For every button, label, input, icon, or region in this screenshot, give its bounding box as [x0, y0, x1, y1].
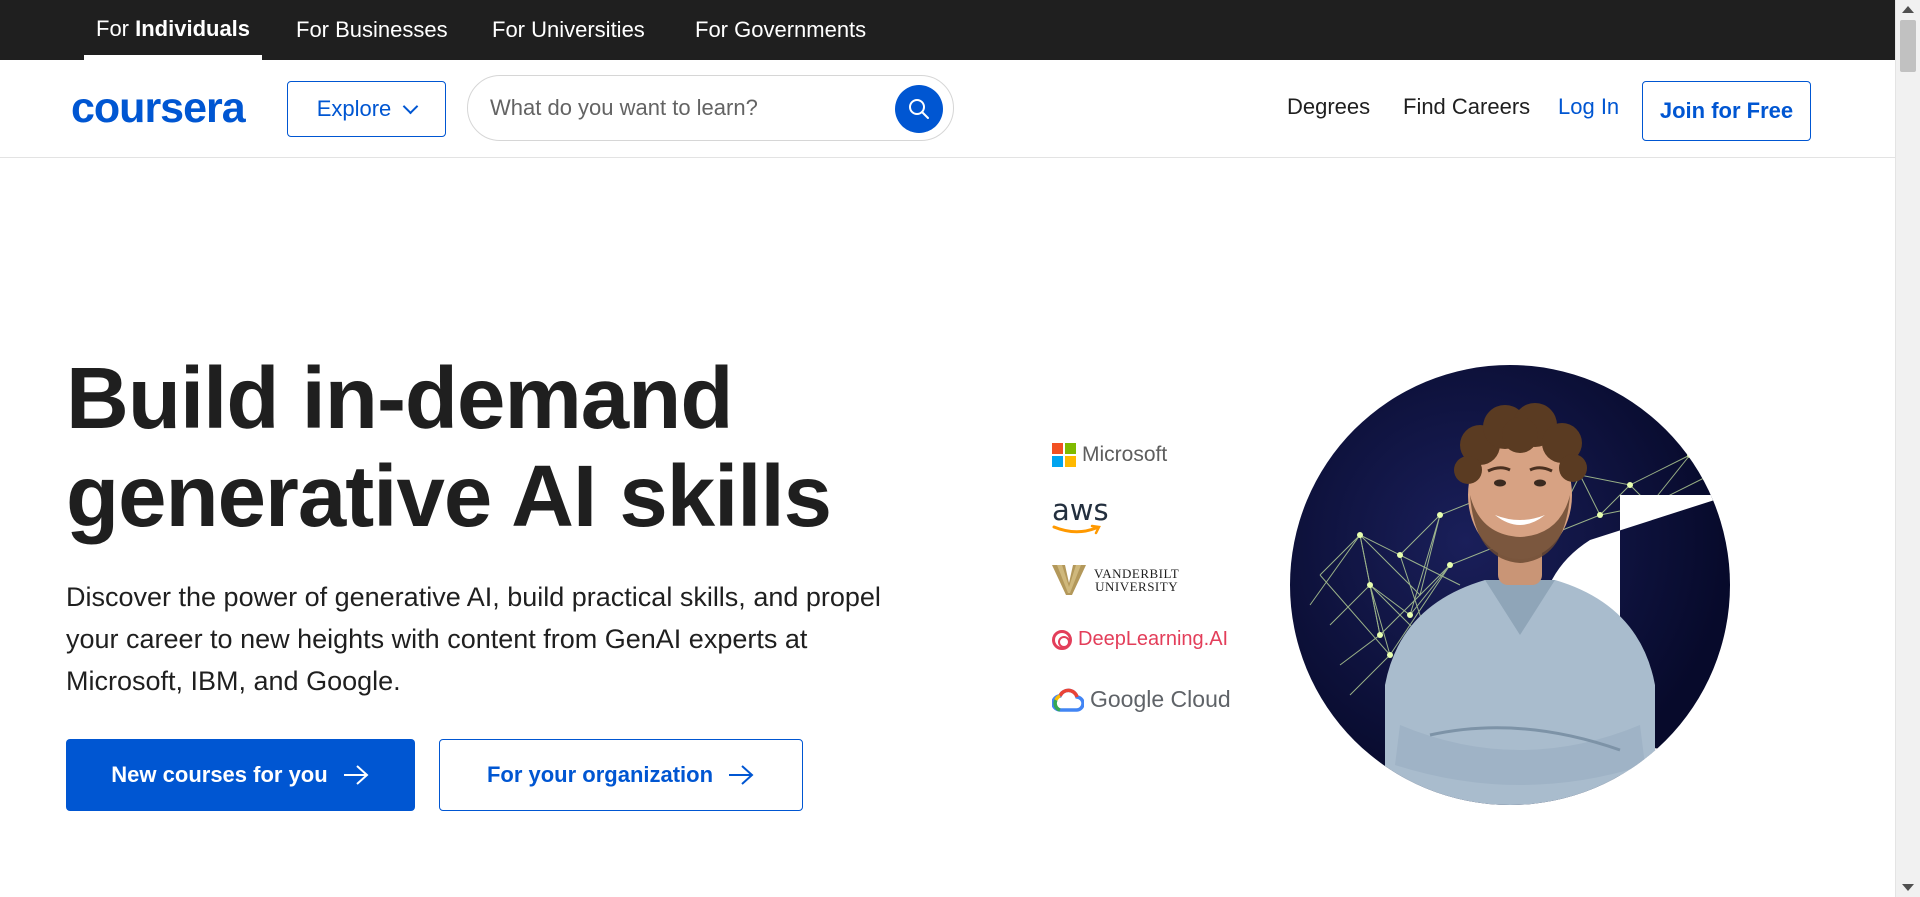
- tab-universities[interactable]: For Universities: [480, 0, 657, 60]
- tab-governments[interactable]: For Governments: [683, 0, 878, 60]
- vanderbilt-logo: VANDERBILT UNIVERSITY: [1052, 565, 1179, 595]
- google-cloud-label: Google Cloud: [1090, 686, 1231, 712]
- hero-title: Build in-demand generative AI skills: [66, 350, 966, 546]
- vanderbilt-v-icon: [1052, 565, 1086, 595]
- hero-portrait-image: [1290, 365, 1730, 805]
- search-icon: [909, 99, 929, 119]
- deeplearning-icon: [1052, 629, 1072, 650]
- aws-logo: aws: [1052, 496, 1109, 536]
- aws-smile-icon: [1052, 524, 1101, 535]
- search-button[interactable]: [895, 85, 943, 133]
- aws-label: aws: [1052, 493, 1109, 527]
- deeplearning-logo: DeepLearning.AI: [1052, 628, 1228, 651]
- google-cloud-logo: Google Cloud: [1052, 686, 1231, 713]
- chevron-down-icon: [403, 98, 419, 114]
- vanderbilt-text: VANDERBILT UNIVERSITY: [1094, 567, 1179, 593]
- hero-title-line1: Build in-demand: [66, 350, 733, 447]
- explore-button[interactable]: Explore: [287, 81, 446, 137]
- tab-businesses[interactable]: For Businesses: [284, 0, 460, 60]
- microsoft-label: Microsoft: [1082, 443, 1168, 466]
- tab-individuals-label: Individuals: [135, 16, 251, 41]
- hero-subtitle-line3: Microsoft, IBM, and Google.: [66, 666, 401, 696]
- new-courses-button[interactable]: New courses for you: [66, 739, 415, 811]
- hero-subtitle-line1: Discover the power of generative AI, bui…: [66, 582, 881, 612]
- degrees-link[interactable]: Degrees: [1287, 94, 1370, 120]
- vanderbilt-line2: UNIVERSITY: [1095, 579, 1179, 594]
- coursera-logo[interactable]: coursera: [71, 84, 246, 133]
- google-cloud-icon: [1052, 688, 1084, 712]
- for-your-organization-label: For your organization: [486, 762, 714, 787]
- for-your-organization-button[interactable]: For your organization: [439, 739, 803, 811]
- scroll-down-icon[interactable]: [1902, 884, 1914, 891]
- search-bar: [467, 75, 954, 141]
- deeplearning-label: DeepLearning.AI: [1078, 628, 1229, 650]
- search-input[interactable]: [490, 90, 870, 126]
- hero-title-line2: generative AI skills: [66, 448, 832, 545]
- new-courses-label: New courses for you: [111, 762, 328, 787]
- site-header: coursera Explore Degrees Find Careers Lo…: [0, 60, 1895, 158]
- hero-subtitle-line2: your career to new heights with content …: [66, 624, 808, 654]
- microsoft-grid-icon: [1052, 443, 1076, 467]
- explore-label: Explore: [316, 96, 392, 121]
- vertical-scrollbar[interactable]: [1895, 0, 1920, 897]
- microsoft-logo: Microsoft: [1052, 443, 1167, 467]
- audience-bar: For Individuals For Businesses For Unive…: [0, 0, 1895, 60]
- join-for-free-button[interactable]: Join for Free: [1642, 81, 1811, 141]
- login-link[interactable]: Log In: [1558, 94, 1619, 120]
- arrow-right-icon: [729, 765, 754, 785]
- scroll-up-icon[interactable]: [1902, 6, 1914, 13]
- hero-portrait-illustration: [1309, 403, 1730, 805]
- find-careers-link[interactable]: Find Careers: [1403, 94, 1530, 120]
- scrollbar-thumb[interactable]: [1900, 20, 1916, 72]
- arrow-right-icon: [343, 765, 369, 785]
- hero-subtitle: Discover the power of generative AI, bui…: [66, 576, 946, 702]
- tab-individuals-prefix: For: [96, 16, 136, 41]
- tab-individuals[interactable]: For Individuals: [84, 0, 263, 60]
